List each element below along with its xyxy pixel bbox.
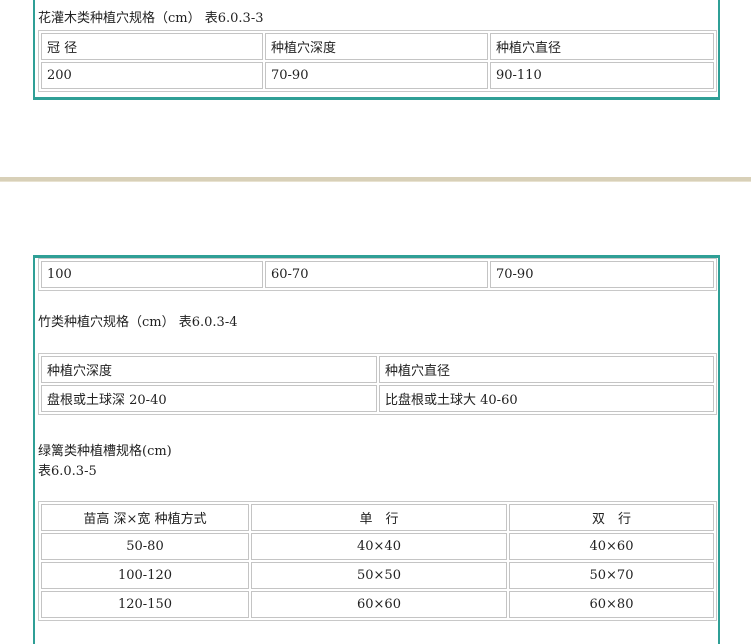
table-shrub: 冠 径 种植穴深度 种植穴直径 200 70-90 90-110	[38, 30, 717, 92]
table-row: 100-120 50×50 50×70	[41, 562, 714, 589]
table-cell: 100	[41, 261, 263, 288]
table-cell: 60-70	[265, 261, 488, 288]
page-panel-top: 花灌木类种植穴规格（cm） 表6.0.3-3 冠 径 种植穴深度 种植穴直径 2…	[33, 0, 720, 100]
table-cell: 60×80	[509, 591, 714, 618]
table-shrub-continued: 100 60-70 70-90	[38, 258, 717, 291]
table-row: 50-80 40×40 40×60	[41, 533, 714, 560]
table-cell: 200	[41, 62, 263, 89]
table-header-cell: 种植穴深度	[41, 356, 377, 383]
table-header-cell: 冠 径	[41, 33, 263, 60]
table-cell: 70-90	[265, 62, 488, 89]
table-cell: 盘根或土球深 20-40	[41, 385, 377, 412]
table-cell: 50-80	[41, 533, 249, 560]
table-row: 100 60-70 70-90	[41, 261, 714, 288]
table-row: 盘根或土球深 20-40 比盘根或土球大 40-60	[41, 385, 714, 412]
table-caption-hedge: 绿篱类种植槽规格(cm)	[38, 444, 172, 459]
table-cell: 70-90	[490, 261, 714, 288]
table-cell: 比盘根或土球大 40-60	[379, 385, 714, 412]
table-header-cell: 种植穴直径	[379, 356, 714, 383]
table-row: 120-150 60×60 60×80	[41, 591, 714, 618]
table-cell: 120-150	[41, 591, 249, 618]
table-row: 种植穴深度 种植穴直径	[41, 356, 714, 383]
table-row: 冠 径 种植穴深度 种植穴直径	[41, 33, 714, 60]
table-row: 200 70-90 90-110	[41, 62, 714, 89]
table-cell: 60×60	[251, 591, 507, 618]
table-header-cell: 种植穴深度	[265, 33, 488, 60]
table-hedge: 苗高 深×宽 种植方式 单 行 双 行 50-80 40×40 40×60 10…	[38, 501, 717, 621]
table-row: 苗高 深×宽 种植方式 单 行 双 行	[41, 504, 714, 531]
table-cell: 100-120	[41, 562, 249, 589]
page-divider	[0, 177, 751, 182]
table-header-cell: 双 行	[509, 504, 714, 531]
table-cell: 90-110	[490, 62, 714, 89]
table-number-hedge: 表6.0.3-5	[38, 464, 97, 479]
table-bamboo: 种植穴深度 种植穴直径 盘根或土球深 20-40 比盘根或土球大 40-60	[38, 353, 717, 415]
table-cell: 40×60	[509, 533, 714, 560]
table-header-cell: 种植穴直径	[490, 33, 714, 60]
table-caption-shrub: 花灌木类种植穴规格（cm） 表6.0.3-3	[38, 11, 264, 26]
page-panel-bottom: 100 60-70 70-90 竹类种植穴规格（cm） 表6.0.3-4 种植穴…	[33, 255, 720, 644]
table-caption-bamboo: 竹类种植穴规格（cm） 表6.0.3-4	[38, 315, 238, 330]
table-cell: 40×40	[251, 533, 507, 560]
table-cell: 50×70	[509, 562, 714, 589]
table-header-cell: 单 行	[251, 504, 507, 531]
table-cell: 50×50	[251, 562, 507, 589]
table-header-cell: 苗高 深×宽 种植方式	[41, 504, 249, 531]
